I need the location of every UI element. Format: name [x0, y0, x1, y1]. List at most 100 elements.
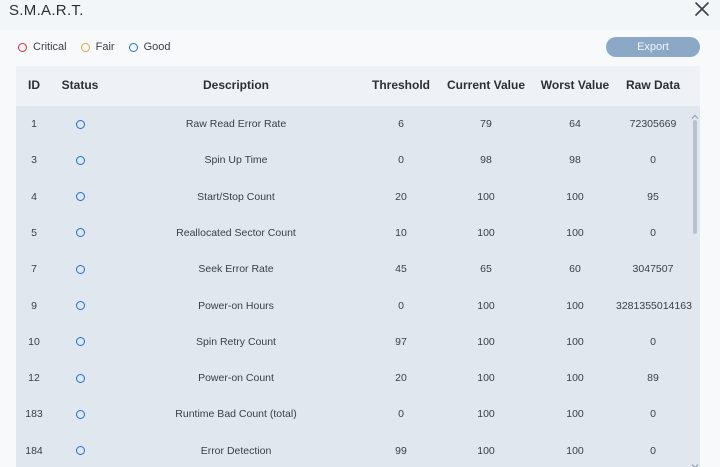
export-button[interactable]: Export: [606, 37, 700, 57]
cell-current-value: 100: [477, 190, 495, 203]
column-header-current-value[interactable]: Current Value: [438, 66, 534, 106]
cell-status: [52, 251, 108, 287]
column-header-status[interactable]: Status: [52, 66, 108, 106]
cell-worst-value: 100: [566, 299, 584, 312]
cell-raw-data: 0: [650, 226, 656, 239]
cell-raw-data: 0: [650, 335, 656, 348]
cell-current-value: 65: [480, 263, 492, 276]
table-row[interactable]: 1 Raw Read Error Rate 6 79 64 72305669: [16, 106, 700, 142]
cell-status: [52, 324, 108, 360]
cell-id: 183: [25, 408, 43, 421]
cell-id: 4: [31, 190, 37, 203]
cell-id: 10: [28, 335, 40, 348]
good-ring-icon: [128, 42, 138, 52]
cell-status: [52, 360, 108, 396]
cell-raw-data: 0: [650, 408, 656, 421]
legend-item-critical: Critical: [18, 41, 67, 53]
window-title: S.M.A.R.T.: [9, 2, 84, 19]
table-row[interactable]: 184 Error Detection 99 100 100 0: [16, 433, 700, 467]
legend-item-good: Good: [128, 41, 171, 53]
cell-raw-data: 95: [647, 190, 659, 203]
column-header-threshold[interactable]: Threshold: [364, 66, 438, 106]
cell-current-value: 100: [477, 444, 495, 457]
close-icon[interactable]: [694, 1, 710, 17]
cell-threshold: 45: [395, 263, 407, 276]
cell-threshold: 20: [395, 190, 407, 203]
status-ring-icon: [75, 119, 85, 129]
cell-raw-data: 0: [650, 444, 656, 457]
cell-current-value: 100: [477, 372, 495, 385]
cell-raw-data: 3281355014163: [616, 299, 692, 312]
column-header-raw-data[interactable]: Raw Data: [616, 66, 690, 106]
cell-worst-value: 60: [569, 263, 581, 276]
cell-worst-value: 100: [566, 226, 584, 239]
cell-id: 184: [25, 444, 43, 457]
cell-threshold: 0: [398, 299, 404, 312]
cell-description: Runtime Bad Count (total): [175, 408, 297, 421]
cell-status: [52, 288, 108, 324]
table-row[interactable]: 3 Spin Up Time 0 98 98 0: [16, 142, 700, 178]
cell-status: [52, 396, 108, 432]
cell-description: Spin Up Time: [204, 154, 268, 167]
cell-status: [52, 179, 108, 215]
cell-worst-value: 98: [569, 154, 581, 167]
cell-status: [52, 433, 108, 467]
cell-worst-value: 100: [566, 190, 584, 203]
fair-ring-icon: [80, 42, 90, 52]
table-row[interactable]: 9 Power-on Hours 0 100 100 3281355014163: [16, 288, 700, 324]
cell-status: [52, 142, 108, 178]
chevron-up-icon[interactable]: [691, 108, 699, 119]
cell-description: Error Detection: [200, 444, 272, 457]
smart-table: ID Status Description Threshold Current …: [16, 66, 700, 467]
legend-label: Good: [143, 41, 171, 53]
chevron-down-icon[interactable]: [691, 457, 699, 467]
column-header-description[interactable]: Description: [108, 66, 364, 106]
status-ring-icon: [75, 192, 85, 202]
critical-ring-icon: [18, 42, 27, 52]
cell-id: 1: [31, 118, 37, 130]
smart-panel: Critical Fair Good Export ID Status Desc…: [0, 30, 720, 467]
cell-raw-data: 0: [650, 154, 656, 167]
cell-threshold: 6: [398, 118, 404, 130]
table-row[interactable]: 12 Power-on Count 20 100 100 89: [16, 360, 700, 396]
vertical-scrollbar[interactable]: [690, 106, 700, 467]
status-ring-icon: [75, 264, 85, 274]
table-header: ID Status Description Threshold Current …: [16, 66, 700, 106]
table-row[interactable]: 10 Spin Retry Count 97 100 100 0: [16, 324, 700, 360]
cell-description: Spin Retry Count: [196, 335, 276, 348]
status-ring-icon: [75, 446, 85, 456]
cell-current-value: 100: [477, 299, 495, 312]
table-row[interactable]: 7 Seek Error Rate 45 65 60 3047507: [16, 251, 700, 287]
cell-description: Start/Stop Count: [197, 190, 275, 203]
cell-id: 12: [28, 372, 40, 385]
cell-worst-value: 100: [566, 408, 584, 421]
cell-threshold: 97: [395, 335, 407, 348]
scrollbar-thumb[interactable]: [693, 120, 697, 234]
cell-worst-value: 64: [569, 118, 581, 130]
table-row[interactable]: 183 Runtime Bad Count (total) 0 100 100 0: [16, 396, 700, 432]
table-row[interactable]: 4 Start/Stop Count 20 100 100 95: [16, 179, 700, 215]
cell-status: [52, 106, 108, 142]
cell-id: 9: [31, 299, 37, 312]
table-row[interactable]: 5 Reallocated Sector Count 10 100 100 0: [16, 215, 700, 251]
table-body[interactable]: 1 Raw Read Error Rate 6 79 64 72305669 3 Spin U…: [16, 106, 700, 467]
status-ring-icon: [75, 409, 85, 419]
status-ring-icon: [75, 155, 85, 165]
status-ring-icon: [75, 301, 85, 310]
legend-label: Critical: [33, 41, 67, 53]
cell-id: 3: [31, 154, 37, 167]
cell-current-value: 79: [480, 118, 492, 130]
cell-raw-data: 89: [647, 372, 659, 385]
cell-worst-value: 100: [566, 444, 584, 457]
cell-description: Power-on Hours: [198, 299, 274, 312]
cell-description: Raw Read Error Rate: [185, 118, 287, 130]
cell-description: Power-on Count: [198, 372, 274, 385]
status-ring-icon: [75, 373, 85, 383]
cell-description: Reallocated Sector Count: [176, 226, 296, 239]
title-bar: S.M.A.R.T.: [0, 0, 720, 30]
column-header-worst-value[interactable]: Worst Value: [534, 66, 616, 106]
cell-threshold: 0: [398, 408, 404, 421]
cell-current-value: 100: [477, 335, 495, 348]
cell-current-value: 100: [477, 226, 495, 239]
column-header-id[interactable]: ID: [16, 66, 52, 106]
